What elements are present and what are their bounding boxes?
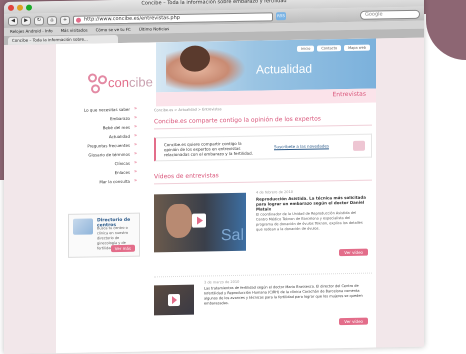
- page-title: Concibe.es comparte contigo la opinión d…: [154, 114, 372, 130]
- section-tag: Entrevistas: [332, 90, 366, 99]
- hero-banner: Actualidad Inicio Contacto Mapa web: [156, 38, 376, 93]
- directory-icon: [73, 218, 93, 235]
- rss-button[interactable]: RSS: [276, 12, 286, 21]
- logo-text: concibe: [108, 74, 153, 91]
- video-description: El coordinador de la Unidad de Reproducc…: [256, 210, 363, 232]
- thumbnail-figure: [166, 203, 192, 239]
- sidebar-item[interactable]: Mar la consulta: [56, 177, 142, 188]
- directory-box: Directorio de centros Busca tu centro o …: [68, 212, 140, 258]
- bookmark-item[interactable]: Último Noticias: [139, 25, 169, 34]
- forward-button[interactable]: ▶: [21, 16, 31, 26]
- main-content: Concibe.es > Actualidad > Entrevistas Co…: [154, 105, 372, 337]
- play-icon[interactable]: [192, 213, 206, 228]
- header-link-mapa[interactable]: Mapa web: [344, 44, 370, 52]
- logo[interactable]: concibe: [68, 50, 154, 102]
- address-bar[interactable]: http://www.concibe.es/entrevistas.php: [73, 11, 273, 25]
- logo-icon: [88, 73, 110, 95]
- play-icon[interactable]: [168, 293, 180, 307]
- view-video-button[interactable]: Ver vídeo: [339, 317, 368, 326]
- video-date: 4 de febrero de 2010: [256, 189, 293, 195]
- add-bookmark-button[interactable]: +: [60, 15, 70, 25]
- video-item: Sal 4 de febrero de 2010 Reproducción As…: [154, 187, 372, 261]
- site-container: concibe Actualidad Inicio Contacto Mapa …: [56, 38, 376, 354]
- view-video-button[interactable]: Ver vídeo: [339, 248, 368, 257]
- sidebar-menu: Lo que necesitas saber Embarazo Bebé del…: [56, 105, 142, 188]
- header-links: Inicio Contacto Mapa web: [297, 44, 370, 52]
- header-link-inicio[interactable]: Inicio: [297, 45, 315, 52]
- video-thumbnail[interactable]: Sal: [154, 192, 246, 253]
- video-thumbnail[interactable]: [154, 284, 194, 316]
- bookmark-item[interactable]: Relojes Android - Info: [10, 27, 53, 36]
- video-description: Las tratamientos de fertilidad según el …: [204, 283, 363, 306]
- mail-icon[interactable]: [353, 140, 365, 151]
- home-button[interactable]: ⌂: [47, 15, 57, 25]
- favicon-icon: [76, 17, 81, 23]
- thumbnail-overlay-text: Sal: [220, 226, 244, 245]
- reload-button[interactable]: ↻: [34, 15, 44, 25]
- back-button[interactable]: ◀: [8, 16, 18, 26]
- site-header: concibe Actualidad Inicio Contacto Mapa …: [56, 38, 376, 107]
- browser-window: Concibe – Toda la información sobre emba…: [4, 0, 424, 354]
- bookmark-item[interactable]: Más visitados: [61, 27, 88, 35]
- share-box: Concibe.es quiere compartir contigo la o…: [154, 133, 372, 162]
- video-title[interactable]: Reproducción Asistida. La técnica más so…: [256, 195, 366, 212]
- window-title: Concibe – Toda la información sobre emba…: [141, 0, 287, 7]
- search-input[interactable]: Google: [360, 9, 420, 20]
- header-link-contacto[interactable]: Contacto: [317, 45, 342, 52]
- videos-heading: Vídeos de entrevistas: [154, 169, 372, 185]
- video-date: 3 de marzo de 2010: [204, 279, 240, 285]
- url-text: http://www.concibe.es/entrevistas.php: [84, 14, 180, 23]
- subscribe-link[interactable]: Suscríbete a las novedades: [274, 143, 329, 149]
- directory-button[interactable]: Ver más: [110, 244, 135, 253]
- share-text: Concibe.es quiere compartir contigo la o…: [164, 140, 253, 158]
- video-item: 3 de marzo de 2010 Las tratamientos de f…: [154, 272, 372, 337]
- page-content: concibe Actualidad Inicio Contacto Mapa …: [4, 37, 424, 354]
- bookmark-item[interactable]: Cómo se ve tu FC: [96, 26, 131, 35]
- hero-title: Actualidad: [256, 61, 313, 77]
